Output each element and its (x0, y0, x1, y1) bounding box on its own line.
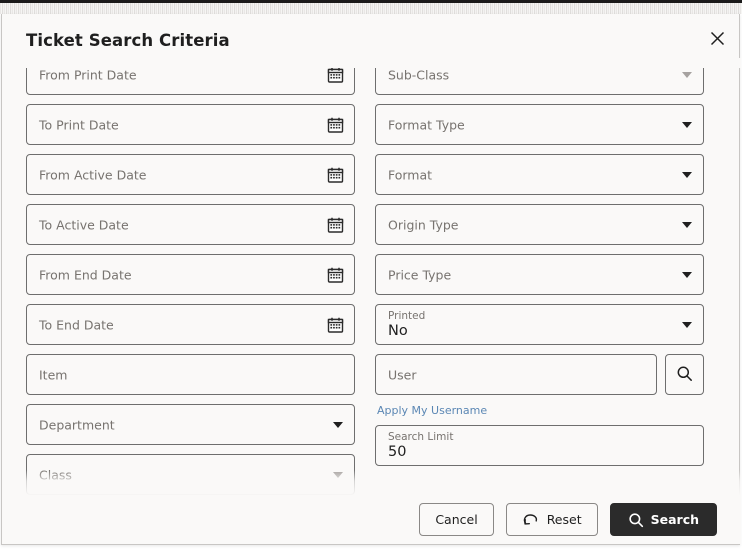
field-from-end-date[interactable]: From End Date (26, 254, 355, 295)
dialog-title: Ticket Search Criteria (26, 31, 230, 50)
user-lookup-button[interactable] (665, 354, 704, 395)
field-label: User (388, 367, 417, 382)
field-price-type[interactable]: Price Type (375, 254, 704, 295)
calendar-icon[interactable] (327, 266, 344, 283)
field-value: No (388, 323, 408, 339)
user-field-row: User (375, 354, 704, 395)
field-label: To End Date (39, 317, 114, 332)
chevron-down-icon[interactable] (682, 221, 692, 228)
chevron-down-icon[interactable] (682, 321, 692, 328)
field-label: Price Type (388, 267, 452, 282)
field-label: Sub-Class (388, 67, 450, 82)
search-button[interactable]: Search (609, 503, 717, 536)
ticket-search-criteria-dialog: Ticket Search Criteria From Print Date T… (1, 14, 741, 545)
field-origin-type[interactable]: Origin Type (375, 204, 704, 245)
chevron-down-icon[interactable] (682, 71, 692, 78)
calendar-icon[interactable] (327, 316, 344, 333)
field-department[interactable]: Department (26, 404, 355, 445)
field-label: From Print Date (39, 67, 137, 82)
search-icon (628, 512, 644, 528)
search-icon (676, 365, 693, 385)
cancel-button-label: Cancel (435, 512, 478, 527)
field-to-print-date[interactable]: To Print Date (26, 104, 355, 145)
field-label: From End Date (39, 267, 132, 282)
field-label: From Active Date (39, 167, 147, 182)
field-label: To Active Date (39, 217, 129, 232)
apply-my-username-link[interactable]: Apply My Username (377, 404, 487, 417)
chevron-down-icon[interactable] (333, 421, 343, 428)
calendar-icon[interactable] (327, 66, 344, 83)
calendar-icon[interactable] (327, 166, 344, 183)
chevron-down-icon[interactable] (682, 271, 692, 278)
dialog-footer: Cancel Reset Search (2, 495, 741, 544)
chevron-down-icon[interactable] (682, 171, 692, 178)
field-format[interactable]: Format (375, 154, 704, 195)
cancel-button[interactable]: Cancel (419, 503, 494, 536)
field-to-end-date[interactable]: To End Date (26, 304, 355, 345)
undo-arrow-icon (522, 512, 540, 527)
field-label: Item (39, 367, 68, 382)
close-icon[interactable] (701, 22, 733, 54)
field-format-type[interactable]: Format Type (375, 104, 704, 145)
field-item[interactable]: Item (26, 354, 355, 395)
field-class[interactable]: Class (26, 454, 355, 495)
chevron-down-icon[interactable] (682, 121, 692, 128)
field-label: Department (39, 417, 115, 432)
right-field-column: Sub-Class Format Type Format Origin Type (375, 58, 704, 475)
calendar-icon[interactable] (327, 116, 344, 133)
field-from-print-date[interactable]: From Print Date (26, 58, 355, 95)
search-button-label: Search (650, 512, 699, 527)
calendar-icon[interactable] (327, 216, 344, 233)
field-label: Search Limit (388, 431, 454, 443)
field-label: Format (388, 167, 433, 182)
field-label: Origin Type (388, 217, 459, 232)
chevron-down-icon[interactable] (333, 471, 343, 478)
field-user[interactable]: User (375, 354, 657, 395)
field-printed[interactable]: Printed No (375, 304, 704, 345)
field-sub-class[interactable]: Sub-Class (375, 58, 704, 95)
field-search-limit[interactable]: Search Limit 50 (375, 425, 704, 466)
field-label: Printed (388, 310, 426, 322)
field-from-active-date[interactable]: From Active Date (26, 154, 355, 195)
field-value: 50 (388, 444, 407, 460)
field-to-active-date[interactable]: To Active Date (26, 204, 355, 245)
obscured-page-content (0, 3, 742, 14)
left-field-column: From Print Date To Print Date From Activ… (26, 58, 355, 496)
reset-button[interactable]: Reset (505, 503, 598, 536)
criteria-form-scroll-area[interactable]: From Print Date To Print Date From Activ… (2, 58, 741, 496)
field-label: Class (39, 467, 72, 482)
reset-button-label: Reset (546, 512, 582, 527)
field-label: Format Type (388, 117, 465, 132)
field-label: To Print Date (39, 117, 119, 132)
